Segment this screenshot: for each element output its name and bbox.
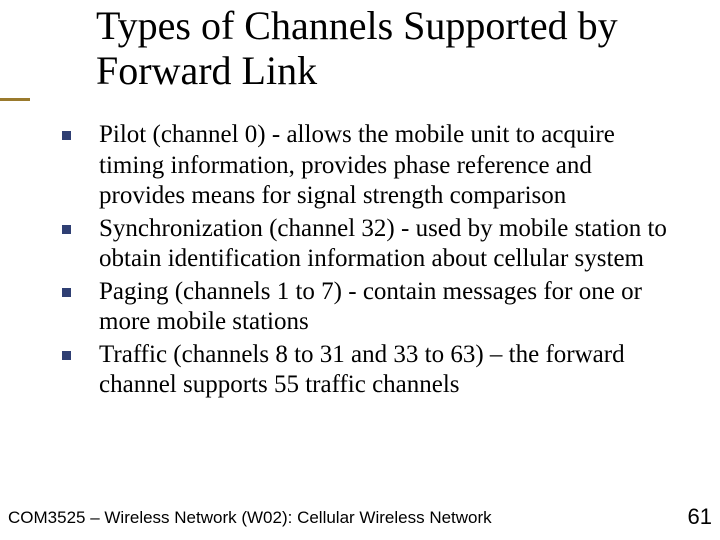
list-item: Synchronization (channel 32) - used by m… [62, 214, 682, 275]
list-item-text: Pilot (channel 0) - allows the mobile un… [99, 120, 682, 212]
footer-text: COM3525 – Wireless Network (W02): Cellul… [8, 508, 492, 528]
list-item-text: Paging (channels 1 to 7) - contain messa… [99, 277, 682, 338]
square-bullet-icon [62, 131, 71, 140]
square-bullet-icon [62, 225, 71, 234]
bullet-list: Pilot (channel 0) - allows the mobile un… [62, 120, 682, 403]
list-item-text: Traffic (channels 8 to 31 and 33 to 63) … [99, 340, 682, 401]
slide: Types of Channels Supported by Forward L… [0, 0, 720, 540]
list-item: Paging (channels 1 to 7) - contain messa… [62, 277, 682, 338]
square-bullet-icon [62, 288, 71, 297]
page-number: 61 [688, 504, 712, 530]
square-bullet-icon [62, 351, 71, 360]
title-accent-bar [0, 98, 30, 101]
list-item: Traffic (channels 8 to 31 and 33 to 63) … [62, 340, 682, 401]
list-item-text: Synchronization (channel 32) - used by m… [99, 214, 682, 275]
list-item: Pilot (channel 0) - allows the mobile un… [62, 120, 682, 212]
slide-title: Types of Channels Supported by Forward L… [96, 4, 686, 94]
